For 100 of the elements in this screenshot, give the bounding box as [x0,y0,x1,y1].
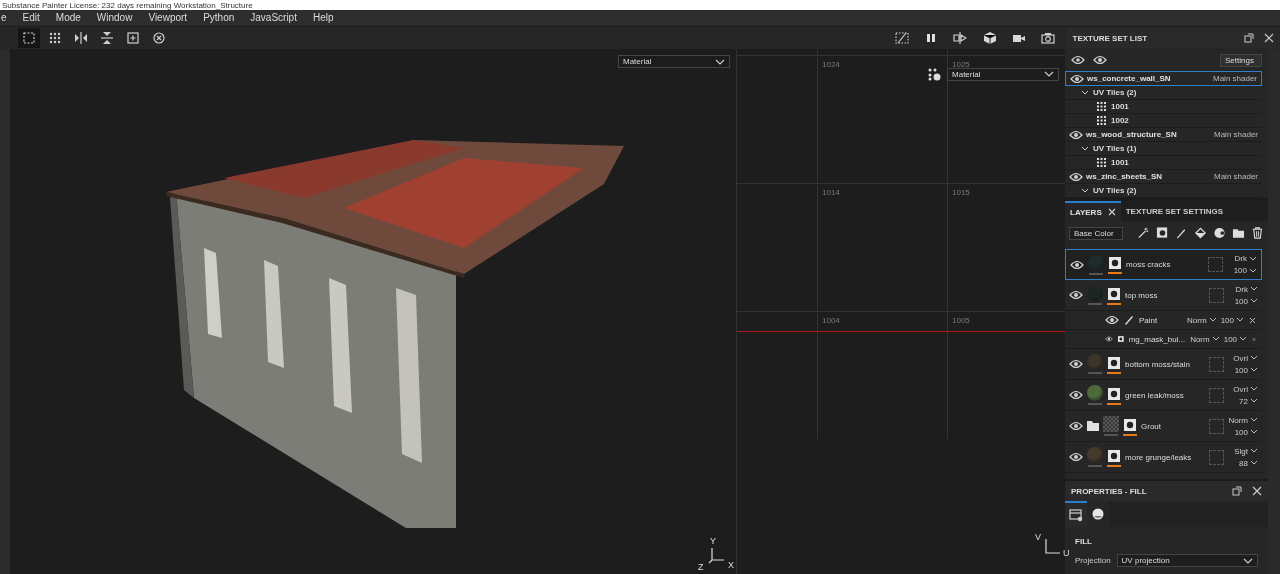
opacity-dropdown[interactable]: 88 [1239,458,1258,468]
settings-panel-icon [1069,508,1083,522]
eye-icon[interactable] [1093,55,1107,65]
brush-icon[interactable] [1175,226,1188,240]
channel-dropdown[interactable]: Base Color [1069,226,1123,240]
smart-material-icon[interactable] [1213,226,1226,240]
uv-tile-row[interactable]: 1001 [1065,100,1262,114]
mask-indicator [1123,433,1137,436]
blend-mode-dropdown[interactable]: Ovrl [1233,384,1258,394]
mask-add-icon[interactable] [1156,226,1169,240]
eye-icon[interactable] [1069,390,1083,400]
mask-thumbnail-icon [1108,449,1120,462]
eye-refresh-icon[interactable] [1071,54,1085,66]
menu-item[interactable]: Mode [47,11,89,25]
panel-tab[interactable]: LAYERS [1065,201,1121,221]
layer-row[interactable]: bottom moss/stain Ovrl 100 [1065,349,1262,380]
mask-thumbnail-icon [1108,287,1120,300]
opacity-dropdown[interactable]: 100 [1234,365,1258,375]
menu-item[interactable]: e [0,11,15,25]
settings-dropdown[interactable]: Settings [1220,53,1262,67]
wand-icon[interactable] [1137,226,1150,240]
menu-item[interactable]: Window [88,11,141,25]
split-view-icon [953,31,968,45]
eye-icon[interactable] [1069,421,1083,431]
folder-icon[interactable] [1232,226,1245,240]
camera-icon [1040,31,1055,45]
menu-item[interactable]: JavaScript [242,11,305,25]
opacity-dropdown[interactable]: 100 [1234,296,1258,306]
close-icon[interactable] [1107,208,1116,216]
projection-dropdown[interactable]: UV projection [1116,554,1258,567]
opacity-dropdown[interactable]: 100 [1220,315,1244,325]
mask-thumbnail-icon [1117,334,1124,344]
opacity-dropdown[interactable]: 100 [1223,334,1248,344]
chevron-icon [1081,89,1089,96]
mask-slot [1209,356,1224,372]
uv-tiles-group[interactable]: UV Tiles (2) [1065,86,1262,100]
mask-indicator [1108,272,1122,274]
mask-slot [1209,418,1224,434]
reset-icon [152,31,166,45]
eye-icon[interactable] [1105,334,1113,344]
fill-bucket-icon[interactable] [1194,226,1207,240]
opacity-dropdown[interactable]: 72 [1239,396,1258,406]
close-icon[interactable] [1249,316,1256,324]
layer-row[interactable]: top moss Drk 100 [1065,280,1262,311]
float-icon[interactable] [1244,33,1254,43]
eye-icon[interactable] [1070,73,1084,84]
texture-set-row[interactable]: ws_concrete_wall_SN Main shader [1065,71,1262,86]
blend-mode-dropdown[interactable]: Norm [1187,315,1217,325]
layer-row[interactable]: more grunge/leaks Slgt 88 [1065,442,1262,473]
thumbnail-bar [1089,272,1103,275]
panel-title: PROPERTIES - FILL [1071,486,1147,496]
trash-icon[interactable] [1251,226,1264,240]
texture-set-row[interactable]: ws_zinc_sheets_SN Main shader [1065,170,1262,184]
uv-tiles-group[interactable]: UV Tiles (2) [1065,184,1262,198]
blend-mode-dropdown[interactable]: Norm [1228,415,1258,425]
section-title: FILL [1075,537,1093,546]
opacity-dropdown[interactable]: 100 [1234,427,1258,437]
caret-icon [1236,317,1244,323]
tool-button[interactable] [18,28,40,48]
menu-item[interactable]: Viewport [140,11,196,25]
eye-icon[interactable] [1069,452,1083,462]
blend-mode-dropdown[interactable]: Drk [1234,254,1257,263]
eye-icon[interactable] [1105,315,1119,325]
mask-thumbnail-icon [1109,257,1121,269]
uv-tile-row[interactable]: 1001 [1065,156,1262,170]
menu-item[interactable]: Help [304,11,342,25]
close-icon[interactable] [1264,33,1274,43]
transparency-thumbnail [1103,416,1119,432]
eye-icon[interactable] [1069,129,1083,140]
blend-mode-dropdown[interactable]: Ovrl [1233,353,1258,363]
uv-tiles-group[interactable]: UV Tiles (1) [1065,142,1262,156]
menu-item[interactable]: Python [195,11,243,25]
uv-tile-row[interactable]: 1002 [1065,114,1262,128]
dot-info-icon[interactable] [927,67,941,81]
chevron-icon [1081,145,1089,152]
eye-icon[interactable] [1069,290,1083,300]
properties-tab[interactable] [1065,501,1087,527]
mask-indicator [1107,302,1121,305]
layer-row[interactable]: moss cracks Drk 100 [1065,249,1262,280]
channel-dropdown[interactable]: Material [618,55,730,68]
channel-dropdown[interactable]: Material [947,67,1059,81]
close-icon[interactable] [1252,486,1262,496]
tile-label: 1004 [822,316,840,325]
properties-tab[interactable] [1087,501,1109,527]
effect-row[interactable]: Paint Norm 100 [1065,311,1262,330]
menu-item[interactable]: Edit [14,11,48,25]
blend-mode-dropdown[interactable]: Slgt [1234,446,1258,456]
float-icon[interactable] [1232,486,1242,496]
eye-icon[interactable] [1070,259,1084,270]
effect-row[interactable]: mg_mask_bui... Norm 100 [1065,330,1262,349]
blend-mode-dropdown[interactable]: Norm [1190,334,1220,344]
layer-row[interactable]: green leak/moss Ovrl 72 [1065,380,1262,411]
mask-indicator [1107,464,1121,467]
caret-icon [1243,557,1253,564]
blend-mode-dropdown[interactable]: Drk [1235,284,1258,294]
eye-icon[interactable] [1069,359,1083,369]
eye-icon[interactable] [1069,171,1083,182]
layer-row[interactable]: Grout Norm 100 [1065,411,1262,442]
opacity-dropdown[interactable]: 100 [1233,266,1257,275]
texture-set-row[interactable]: ws_wood_structure_SN Main shader [1065,128,1262,142]
